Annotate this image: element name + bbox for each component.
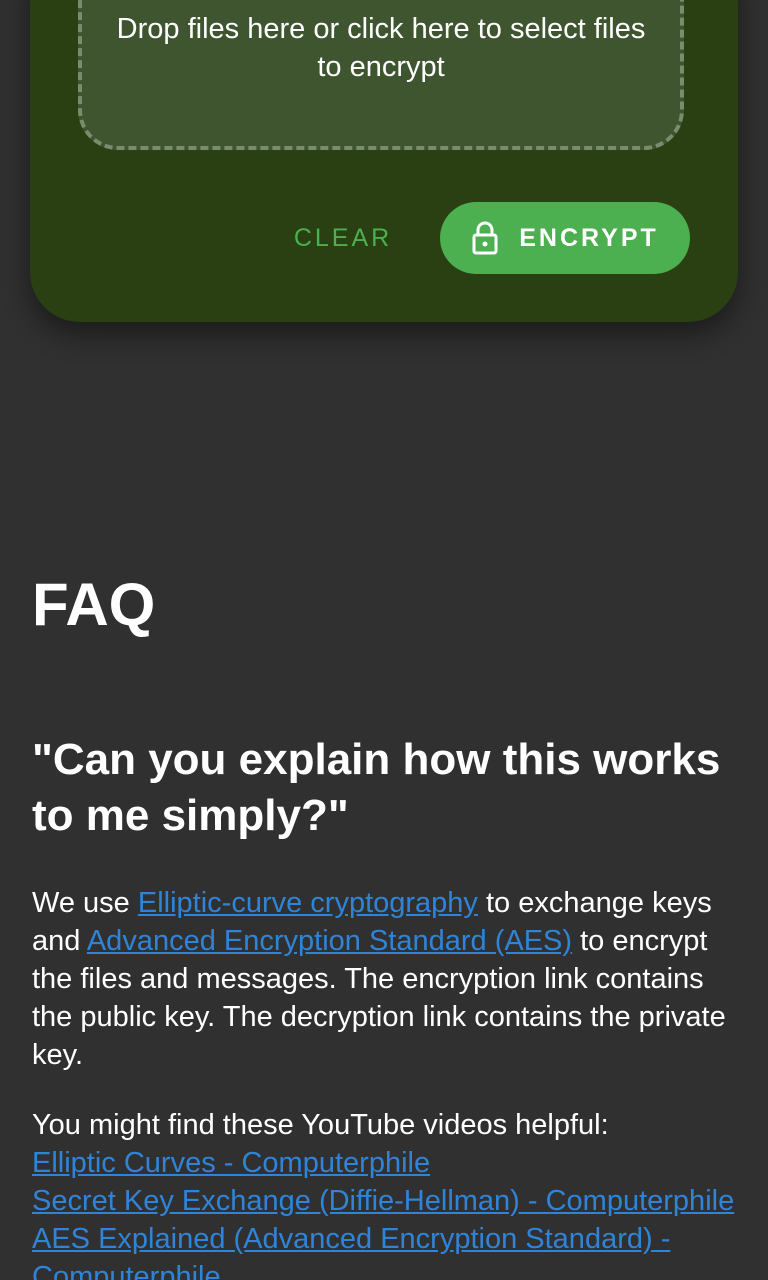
ecc-link[interactable]: Elliptic-curve cryptography xyxy=(138,887,478,919)
file-dropzone[interactable]: Drop files here or click here to select … xyxy=(78,0,684,150)
lock-icon xyxy=(471,221,499,255)
faq-title: FAQ xyxy=(32,571,156,638)
encrypt-button[interactable]: ENCRYPT xyxy=(440,202,690,274)
dropzone-text: Drop files here or click here to select … xyxy=(116,13,646,83)
faq-question: "Can you explain how this works to me si… xyxy=(32,735,721,840)
video-link-elliptic-curves[interactable]: Elliptic Curves - Computerphile xyxy=(32,1144,740,1182)
page: Drop files here or click here to select … xyxy=(0,0,768,1280)
encrypt-card: Drop files here or click here to select … xyxy=(30,0,738,322)
clear-button[interactable]: CLEAR xyxy=(280,202,406,274)
video-link-diffie-hellman[interactable]: Secret Key Exchange (Diffie-Hellman) - C… xyxy=(32,1182,740,1220)
videos-intro: You might find these YouTube videos help… xyxy=(32,1109,609,1141)
encrypt-button-label: ENCRYPT xyxy=(519,223,659,252)
aes-link[interactable]: Advanced Encryption Standard (AES) xyxy=(87,925,572,957)
videos-section: You might find these YouTube videos help… xyxy=(32,1106,740,1280)
answer-text-1: We use xyxy=(32,887,138,919)
faq-answer: We use Elliptic-curve cryptography to ex… xyxy=(32,884,740,1074)
video-link-aes[interactable]: AES Explained (Advanced Encryption Stand… xyxy=(32,1220,740,1280)
clear-button-label: CLEAR xyxy=(293,223,393,252)
